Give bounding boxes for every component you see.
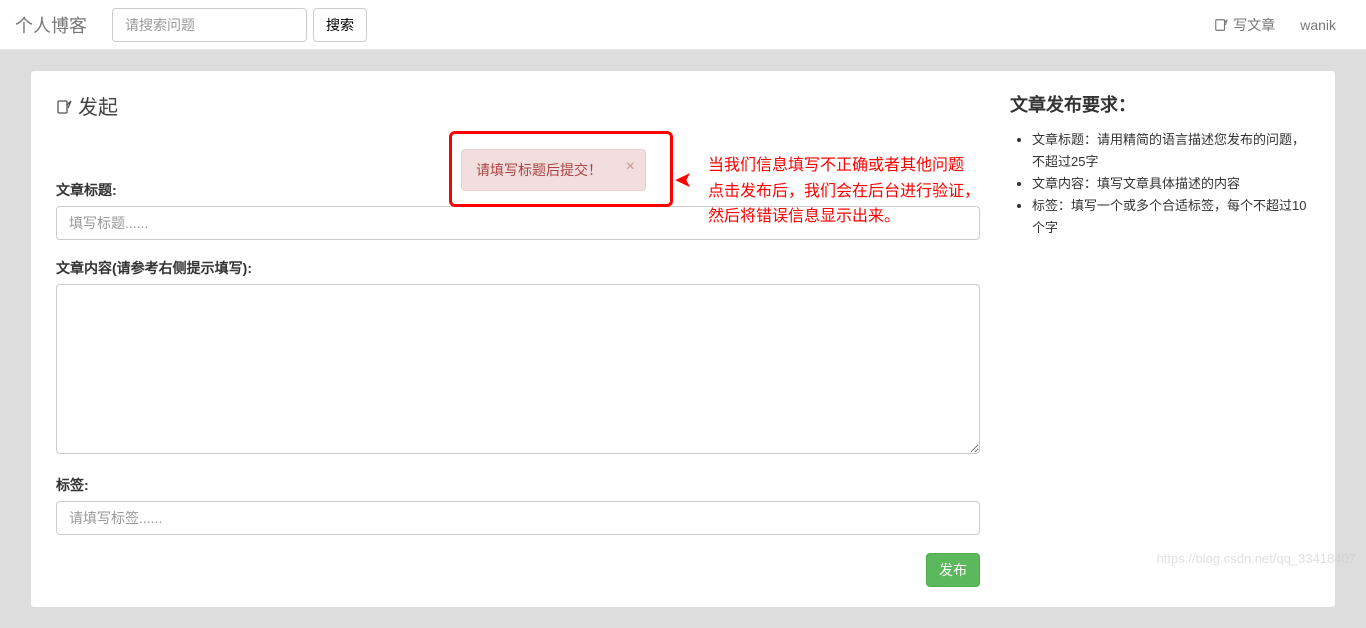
page-title-text: 发起 [78,91,118,120]
content-textarea[interactable] [56,284,980,454]
search-input[interactable] [112,8,307,42]
list-item: 标签：填写一个或多个合适标签，每个不超过10个字 [1032,195,1310,239]
publish-button[interactable]: 发布 [926,553,980,587]
requirements-list: 文章标题：请用精简的语言描述您发布的问题，不超过25字 文章内容：填写文章具体描… [1010,129,1310,239]
watermark: https://blog.csdn.net/qq_33418407 [1157,551,1357,566]
brand[interactable]: 个人博客 [15,12,102,38]
panel: 发起 文章标题: 文章内容(请参考右侧提示填写): 标签: 发布 文章发布要求：… [30,70,1336,608]
tags-group: 标签: [56,475,980,535]
tags-input[interactable] [56,501,980,535]
content-label: 文章内容(请参考右侧提示填写): [56,258,980,278]
close-icon[interactable]: × [626,158,635,176]
error-alert: 请填写标题后提交！ × [461,149,646,191]
side-column: 文章发布要求： 文章标题：请用精简的语言描述您发布的问题，不超过25字 文章内容… [1010,91,1310,587]
content-group: 文章内容(请参考右侧提示填写): [56,258,980,457]
page-title: 发起 [56,91,980,120]
page-body: 发起 文章标题: 文章内容(请参考右侧提示填写): 标签: 发布 文章发布要求：… [0,50,1366,628]
tags-label: 标签: [56,475,980,495]
search-form: 搜索 [112,8,367,42]
write-article-link[interactable]: 写文章 [1214,15,1275,35]
username-link[interactable]: wanik [1300,17,1336,33]
list-item: 文章内容：填写文章具体描述的内容 [1032,173,1310,195]
submit-row: 发布 [56,553,980,587]
list-item: 文章标题：请用精简的语言描述您发布的问题，不超过25字 [1032,129,1310,173]
write-article-label: 写文章 [1233,15,1275,35]
nav-right: 写文章 wanik [1214,15,1351,35]
compose-icon [56,98,72,114]
title-input[interactable] [56,206,980,240]
alert-message: 请填写标题后提交！ [476,162,602,178]
edit-icon [1214,18,1228,32]
navbar: 个人博客 搜索 写文章 wanik [0,0,1366,50]
requirements-title: 文章发布要求： [1010,91,1310,117]
search-button[interactable]: 搜索 [313,8,367,42]
